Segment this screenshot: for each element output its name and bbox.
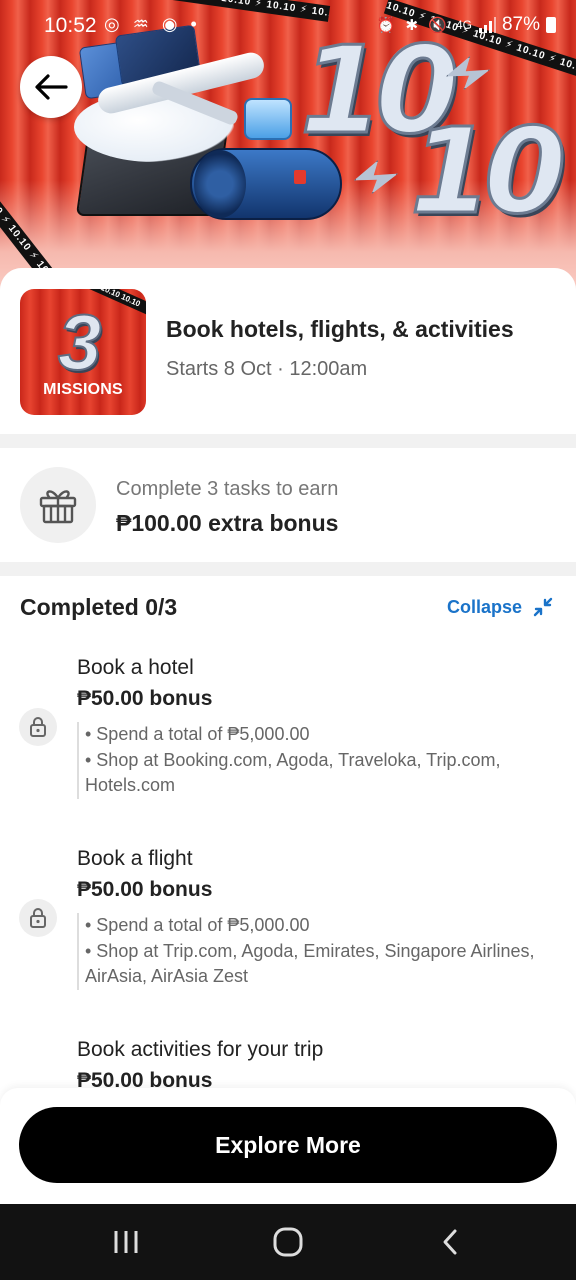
campaign-header: 10.10 10.10 10.10 3 MISSIONS Book hotels… bbox=[0, 268, 576, 434]
back-button[interactable] bbox=[20, 56, 82, 118]
system-icons: ⏰ ✱ 🔇 bbox=[376, 17, 450, 34]
lock-icon-badge bbox=[19, 899, 57, 937]
task-shop-requirement: • Shop at Booking.com, Agoda, Traveloka,… bbox=[85, 749, 501, 796]
task-requirements: • Spend a total of ₱5,000.00 • Shop at B… bbox=[77, 722, 557, 799]
thumb-number: 3 bbox=[57, 297, 102, 387]
task-bonus: ₱50.00 bonus bbox=[77, 878, 213, 901]
gift-icon bbox=[39, 490, 77, 524]
task-name: Book activities for your trip bbox=[77, 1038, 324, 1061]
reward-summary: Complete 3 tasks to earn ₱100.00 extra b… bbox=[0, 448, 576, 562]
task-spend-requirement: • Spend a total of ₱5,000.00 bbox=[85, 915, 310, 935]
task-bonus: ₱50.00 bonus bbox=[77, 687, 213, 710]
thumb-label: MISSIONS bbox=[43, 381, 123, 398]
campaign-thumbnail: 10.10 10.10 10.10 3 MISSIONS bbox=[20, 289, 146, 415]
speaker-logo bbox=[294, 170, 306, 184]
recent-apps-icon bbox=[114, 1231, 138, 1253]
chevron-left-icon bbox=[443, 1229, 457, 1255]
task-spend-requirement: • Spend a total of ₱5,000.00 bbox=[85, 724, 310, 744]
collapse-arrows-icon bbox=[533, 597, 553, 617]
battery-percent: 87% bbox=[501, 14, 540, 35]
campaign-start-time: Starts 8 Oct · 12:00am bbox=[166, 358, 368, 380]
lock-icon bbox=[30, 908, 46, 928]
lock-icon bbox=[30, 717, 46, 737]
lightning-bolt-icon bbox=[446, 56, 490, 90]
status-bar: 10:52 ◎ ♒ ◉ • ⏰ ✱ 🔇 4G 87% bbox=[0, 0, 576, 54]
lock-icon-badge bbox=[19, 708, 57, 746]
speaker-cap bbox=[194, 150, 246, 218]
collapse-label: Collapse bbox=[446, 596, 522, 617]
task-requirements: • Spend a total of ₱5,000.00 • Shop at T… bbox=[77, 913, 557, 990]
explore-more-button[interactable]: Explore More bbox=[19, 1107, 557, 1183]
task-item[interactable]: Book a flight ₱50.00 bonus • Spend a tot… bbox=[0, 847, 576, 1017]
task-shop-requirement: • Shop at Trip.com, Agoda, Emirates, Sin… bbox=[85, 940, 535, 987]
cream-jar-image bbox=[244, 98, 292, 140]
status-time: 10:52 bbox=[44, 14, 97, 37]
recent-apps-button[interactable] bbox=[106, 1226, 146, 1258]
system-back-button[interactable] bbox=[430, 1226, 470, 1258]
battery-icon bbox=[546, 17, 556, 33]
reward-amount: ₱100.00 extra bonus bbox=[116, 510, 339, 536]
gift-icon-circle bbox=[20, 467, 96, 543]
task-name: Book a hotel bbox=[77, 656, 194, 679]
status-right: ⏰ ✱ 🔇 4G 87% bbox=[377, 14, 556, 36]
task-item[interactable]: Book a hotel ₱50.00 bonus • Spend a tota… bbox=[0, 656, 576, 826]
signal-icon bbox=[478, 17, 496, 33]
home-icon bbox=[273, 1227, 303, 1257]
home-button[interactable] bbox=[268, 1226, 308, 1258]
notification-icons: ◎ ♒ ◉ • bbox=[104, 14, 201, 34]
tasks-progress-title: Completed 0/3 bbox=[20, 594, 178, 620]
campaign-title: Book hotels, flights, & activities bbox=[166, 316, 514, 342]
arrow-left-icon bbox=[35, 74, 68, 100]
big-10-bottom: 10 bbox=[408, 101, 567, 242]
reward-caption: Complete 3 tasks to earn bbox=[116, 478, 339, 500]
task-name: Book a flight bbox=[77, 847, 193, 870]
bottom-action-bar: Explore More bbox=[0, 1088, 576, 1204]
system-nav-bar bbox=[0, 1204, 576, 1280]
network-label: 4G bbox=[455, 18, 472, 32]
collapse-button[interactable]: Collapse bbox=[447, 596, 554, 618]
